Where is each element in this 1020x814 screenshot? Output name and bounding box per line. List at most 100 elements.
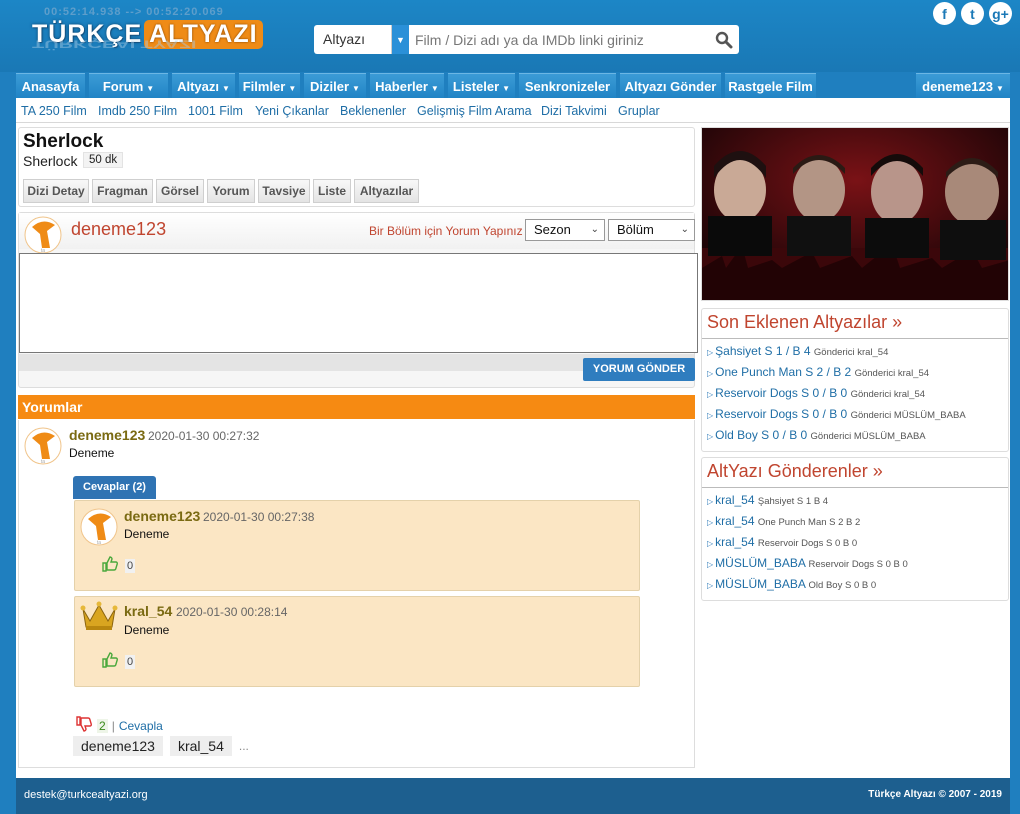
tab-dizi-detay[interactable]: Dizi Detay <box>23 179 89 203</box>
comment-form: ta deneme123 Bir Bölüm için Yorum Yapını… <box>18 212 698 388</box>
sender-item[interactable]: ▷ kral_54 Reservoir Dogs S 0 B 0 <box>707 535 857 549</box>
subnav-beklenenler[interactable]: Beklenenler <box>340 104 406 118</box>
episode-comment-hint: Bir Bölüm için Yorum Yapınız <box>369 224 523 238</box>
nav-item-altyazi-gonder[interactable]: Altyazı Gönder <box>620 73 721 98</box>
sender-item[interactable]: ▷ MÜSLÜM_BABA Old Boy S 0 B 0 <box>707 577 876 591</box>
crown-icon <box>79 599 119 639</box>
page-title: Sherlock <box>23 131 104 152</box>
contact-email[interactable]: destek@turkcealtyazi.org <box>24 789 148 801</box>
caret-right-icon: ▷ <box>707 539 714 548</box>
thumbs-down-icon[interactable] <box>75 715 93 736</box>
search-input[interactable] <box>409 25 709 54</box>
subnav-dizi-takvimi[interactable]: Dizi Takvimi <box>541 104 607 118</box>
svg-text:ta: ta <box>41 459 45 465</box>
comments-heading: Yorumlar <box>18 395 695 419</box>
recent-subtitle-item[interactable]: ▷ Şahsiyet S 1 / B 4 Gönderici kral_54 <box>707 344 888 358</box>
reply-author[interactable]: kral_54 <box>124 603 172 619</box>
sender-item[interactable]: ▷ MÜSLÜM_BABA Reservoir Dogs S 0 B 0 <box>707 556 908 570</box>
nav-item-altyazi[interactable]: Altyazı ▼ <box>172 73 235 98</box>
caret-right-icon: ▷ <box>707 497 714 506</box>
copyright: Türkçe Altyazı © 2007 - 2019 <box>868 789 1002 800</box>
sender-item[interactable]: ▷ kral_54 Şahsiyet S 1 B 4 <box>707 493 828 507</box>
search-icon[interactable] <box>709 25 739 54</box>
chevron-down-icon: ⌄ <box>680 224 689 235</box>
vote-bar: 2 | Cevapla <box>75 715 163 736</box>
subtitle-senders-title[interactable]: AltYazı Gönderenler » <box>707 461 883 482</box>
nav-item-rastgele-film[interactable]: Rastgele Film <box>725 73 816 98</box>
search-bar: Altyazı ▼ <box>314 25 739 54</box>
subnav-gruplar[interactable]: Gruplar <box>618 104 660 118</box>
reply-text: Deneme <box>124 623 170 637</box>
nav-item-anasayfa[interactable]: Anasayfa <box>16 73 85 98</box>
tab-altyazilar[interactable]: Altyazılar <box>354 179 419 203</box>
thumbs-up-icon[interactable] <box>101 555 119 576</box>
chevron-down-icon: ⌄ <box>590 224 599 235</box>
like-control[interactable]: 0 <box>101 555 136 576</box>
tab-gorsel[interactable]: Görsel <box>156 179 204 203</box>
caret-right-icon: ▷ <box>707 581 714 590</box>
twitter-icon[interactable]: t <box>961 2 984 25</box>
svg-text:ta: ta <box>97 540 101 546</box>
more-participants[interactable]: ... <box>239 739 249 753</box>
tab-liste[interactable]: Liste <box>313 179 351 203</box>
recent-subtitles-title[interactable]: Son Eklenen Altyazılar » <box>707 312 902 333</box>
replies-button[interactable]: Cevaplar (2) <box>73 476 156 499</box>
tab-tavsiye[interactable]: Tavsiye <box>258 179 310 203</box>
subnav-yeni-cikanlar[interactable]: Yeni Çıkanlar <box>255 104 329 118</box>
like-count: 0 <box>125 558 136 573</box>
google-plus-icon[interactable]: g+ <box>989 2 1012 25</box>
nav-item-haberler[interactable]: Haberler ▼ <box>370 73 444 98</box>
sender-item[interactable]: ▷ kral_54 One Punch Man S 2 B 2 <box>707 514 860 528</box>
nav-item-filmler[interactable]: Filmler ▼ <box>239 73 300 98</box>
subnav-ta-250[interactable]: TA 250 Film <box>21 104 87 118</box>
recent-subtitles-box: Son Eklenen Altyazılar » ▷ Şahsiyet S 1 /… <box>701 308 1009 452</box>
tab-yorum[interactable]: Yorum <box>207 179 255 203</box>
participant-tags: deneme123 kral_54 ... <box>73 736 249 756</box>
comment-author[interactable]: deneme123 <box>69 427 145 443</box>
subnav-gelismis-arama[interactable]: Gelişmiş Film Arama <box>417 104 532 118</box>
thumbs-up-icon[interactable] <box>101 651 119 672</box>
dislike-count: 2 <box>97 718 108 733</box>
season-select[interactable]: Sezon ⌄ <box>525 219 605 241</box>
caret-right-icon: ▷ <box>707 560 714 569</box>
recent-subtitle-item[interactable]: ▷ Reservoir Dogs S 0 / B 0 Gönderici kral… <box>707 386 925 400</box>
nav-item-listeler[interactable]: Listeler ▼ <box>448 73 515 98</box>
reply-item: kral_54 2020-01-30 00:28:14 Deneme 0 <box>74 596 640 687</box>
comment-list: ta deneme123 2020-01-30 00:27:32 Deneme … <box>18 420 695 768</box>
facebook-icon[interactable]: f <box>933 2 956 25</box>
reply-link[interactable]: Cevapla <box>119 719 163 733</box>
comment-form-user[interactable]: deneme123 <box>71 219 166 240</box>
participant-tag[interactable]: deneme123 <box>73 736 163 756</box>
recent-subtitle-item[interactable]: ▷ Reservoir Dogs S 0 / B 0 Gönderici MÜSL… <box>707 407 966 421</box>
main-nav: Anasayfa Forum ▼ Altyazı ▼ Filmler ▼ Dizile… <box>16 72 1010 98</box>
recent-subtitle-item[interactable]: ▷ One Punch Man S 2 / B 2 Gönderici kral_… <box>707 365 929 379</box>
caret-right-icon: ▷ <box>707 369 714 378</box>
reply-date: 2020-01-30 00:28:14 <box>176 605 288 619</box>
nav-item-senkronizeler[interactable]: Senkronizeler <box>519 73 616 98</box>
comment-text: Deneme <box>69 446 115 460</box>
reply-author[interactable]: deneme123 <box>124 508 200 524</box>
subnav-1001-film[interactable]: 1001 Film <box>188 104 243 118</box>
original-title: Sherlock <box>23 153 78 169</box>
nav-item-diziler[interactable]: Diziler ▼ <box>304 73 366 98</box>
search-type-select[interactable]: Altyazı <box>314 25 392 54</box>
subnav-imdb-250[interactable]: Imdb 250 Film <box>98 104 177 118</box>
tab-fragman[interactable]: Fragman <box>92 179 153 203</box>
reply-text: Deneme <box>124 527 170 541</box>
comment-textarea[interactable] <box>19 253 698 353</box>
nav-item-forum[interactable]: Forum ▼ <box>89 73 168 98</box>
chevron-down-icon[interactable]: ▼ <box>392 25 409 54</box>
show-poster <box>701 127 1009 301</box>
comment-date: 2020-01-30 00:27:32 <box>148 429 260 443</box>
reply-date: 2020-01-30 00:27:38 <box>203 510 315 524</box>
participant-tag[interactable]: kral_54 <box>169 736 232 756</box>
user-menu[interactable]: deneme123 ▼ <box>916 73 1010 98</box>
submit-comment-button[interactable]: YORUM GÖNDER <box>583 358 695 381</box>
site-logo[interactable]: 00:52:14.938 --> 00:52:20.069 TÜRKÇE ALT… <box>26 6 272 66</box>
avatar: ta <box>23 426 63 466</box>
recent-subtitle-item[interactable]: ▷ Old Boy S 0 / B 0 Gönderici MÜSLÜM_BABA <box>707 428 926 442</box>
caret-right-icon: ▷ <box>707 432 714 441</box>
episode-select[interactable]: Bölüm ⌄ <box>608 219 695 241</box>
duration-badge: 50 dk <box>83 152 124 168</box>
like-control[interactable]: 0 <box>101 651 136 672</box>
